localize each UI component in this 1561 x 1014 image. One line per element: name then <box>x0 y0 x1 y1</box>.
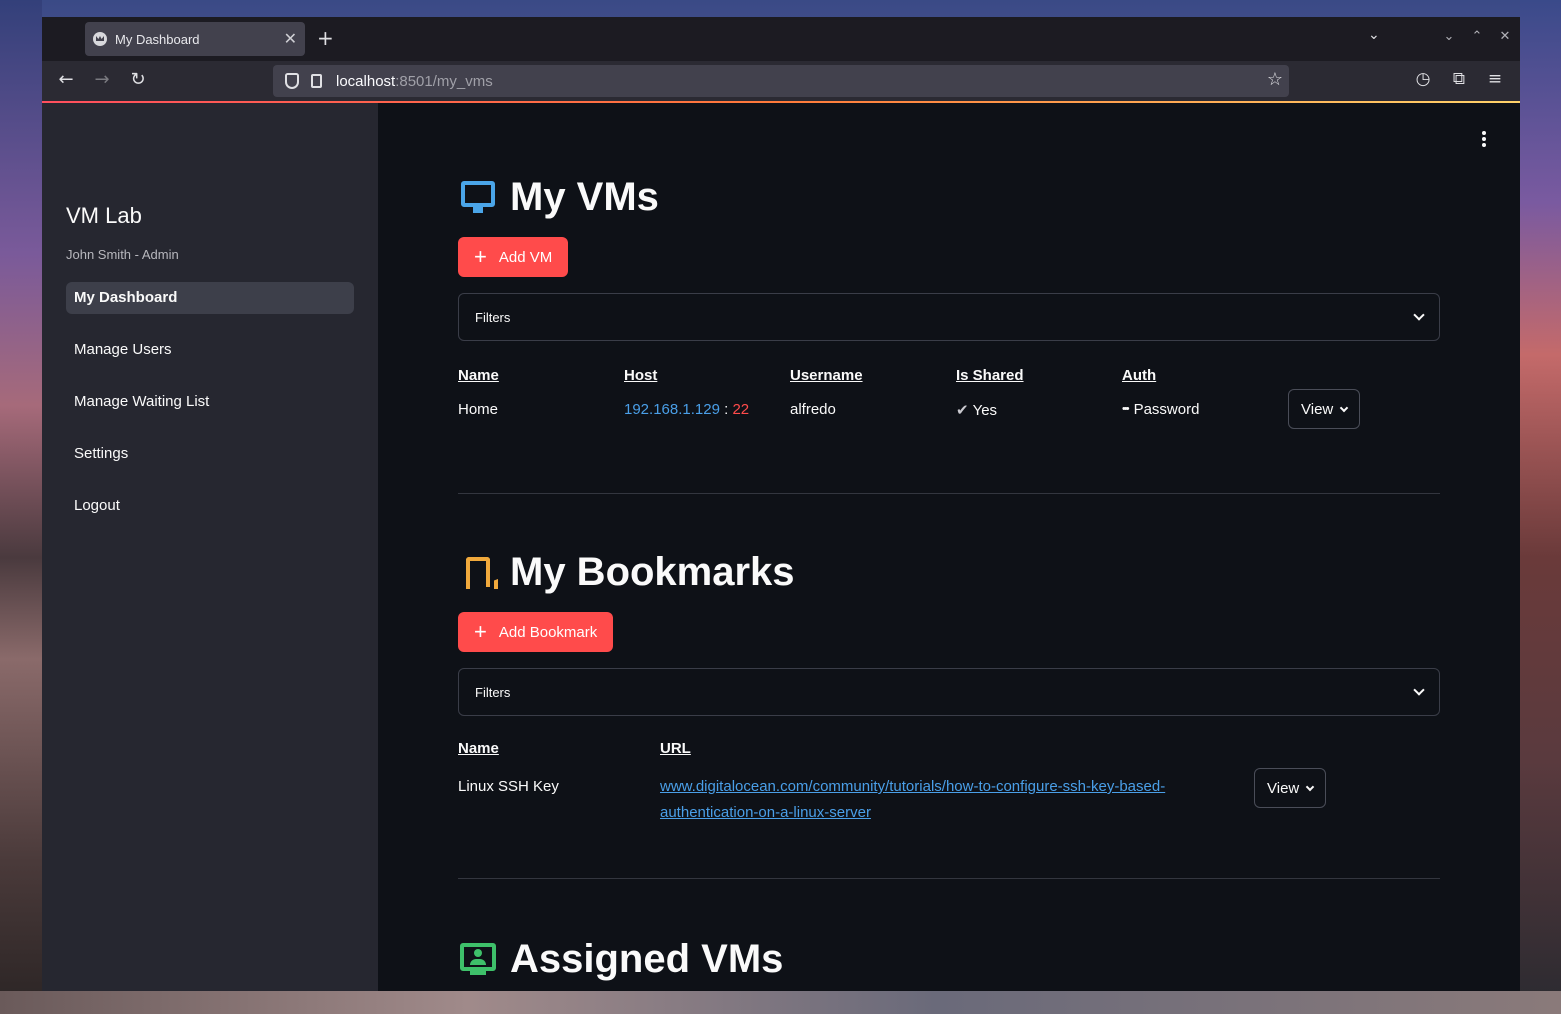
forward-icon[interactable]: → <box>90 69 114 91</box>
bookmark-name: Linux SSH Key <box>458 778 559 795</box>
check-icon: ✔ <box>956 402 969 419</box>
vm-table-header: Name Host Username Is Shared Auth <box>458 361 1440 389</box>
bookmark-view-button[interactable]: View <box>1254 768 1327 808</box>
bookmark-url[interactable]: www.digitalocean.com/community/tutorials… <box>660 774 1254 826</box>
vm-view-button[interactable]: View <box>1288 389 1361 429</box>
url-bar[interactable]: localhost:8501/my_vms ☆ <box>273 65 1289 97</box>
chevron-down-icon <box>1340 403 1349 412</box>
bookmark-url-line-2[interactable]: authentication-on-a-linux-server <box>660 800 1254 826</box>
nav-bar: ← → ↻ localhost:8501/my_vms ☆ ◷ ⧉ ≡ <box>42 61 1520 101</box>
streamlit-favicon-icon <box>93 32 107 46</box>
section-title-my-vms: My VMs <box>458 175 1440 219</box>
password-dots-icon: ••• <box>1122 403 1129 415</box>
vm-filters-expander[interactable]: Filters <box>458 293 1440 341</box>
bookmark-table-header: Name URL <box>458 734 1440 762</box>
monitor-icon <box>458 179 498 215</box>
auth-value: Password <box>1133 401 1200 418</box>
app-body: VM Lab John Smith - Admin My Dashboard M… <box>42 103 1520 991</box>
host-ip: 192.168.1.129 <box>624 401 720 418</box>
sidebar-item-logout[interactable]: Logout <box>66 490 354 522</box>
bookmark-icon <box>458 554 498 590</box>
bookmark-star-icon[interactable]: ☆ <box>1267 69 1283 90</box>
content-column: My VMs + Add VM Filters Name Host Userna… <box>458 175 1440 991</box>
sidebar-item-settings[interactable]: Settings <box>66 438 354 470</box>
browser-window: My Dashboard ✕ + ⌄ ⌄ ⌃ ✕ ← → ↻ localhost… <box>42 17 1520 991</box>
col-host: Host <box>624 366 658 384</box>
bookmarks-title: My Bookmarks <box>510 549 795 594</box>
extensions-icon[interactable]: ⧉ <box>1448 69 1470 89</box>
kebab-menu-icon[interactable] <box>1482 131 1486 149</box>
plus-icon: + <box>474 619 487 644</box>
is-shared-value: Yes <box>972 402 998 419</box>
page-info-icon[interactable] <box>311 74 322 88</box>
minimize-icon[interactable]: ⌄ <box>1442 29 1456 44</box>
view-label: View <box>1267 779 1300 797</box>
main-content: My VMs + Add VM Filters Name Host Userna… <box>378 103 1520 991</box>
section-title-my-bookmarks: My Bookmarks <box>458 550 1440 594</box>
add-bookmark-button[interactable]: + Add Bookmark <box>458 612 614 652</box>
col-url: URL <box>660 739 691 757</box>
col-is-shared: Is Shared <box>956 366 1024 384</box>
col-username: Username <box>790 366 863 384</box>
close-tab-icon[interactable]: ✕ <box>284 31 297 47</box>
bookmark-url-line-1[interactable]: www.digitalocean.com/community/tutorials… <box>660 774 1254 800</box>
tab-bar: My Dashboard ✕ + ⌄ ⌄ ⌃ ✕ <box>42 17 1520 61</box>
reload-icon[interactable]: ↻ <box>126 69 150 91</box>
sidebar-item-manage-users[interactable]: Manage Users <box>66 334 354 366</box>
plus-icon: + <box>474 244 487 269</box>
vm-username: alfredo <box>790 401 836 418</box>
vm-auth: ••• Password <box>1122 401 1288 418</box>
host-port: 22 <box>732 401 750 418</box>
chevron-down-icon <box>1306 782 1315 791</box>
new-tab-icon[interactable]: + <box>317 27 334 49</box>
chevron-down-icon <box>1413 309 1425 321</box>
history-icon[interactable]: ◷ <box>1412 69 1434 89</box>
desktop-wallpaper-right <box>1520 0 1561 1014</box>
desktop-wallpaper-left <box>0 0 42 1014</box>
vm-host: 192.168.1.129 : 22 <box>624 401 790 418</box>
sidebar-item-my-dashboard[interactable]: My Dashboard <box>66 282 354 314</box>
back-icon[interactable]: ← <box>54 69 78 91</box>
chevron-down-icon <box>1413 684 1425 696</box>
vm-is-shared: ✔ Yes <box>956 401 1122 419</box>
assigned-title: Assigned VMs <box>510 936 784 981</box>
filters-label: Filters <box>475 684 511 700</box>
browser-tab[interactable]: My Dashboard ✕ <box>85 22 305 56</box>
window-controls: ⌄ ⌃ ✕ <box>1442 29 1512 44</box>
section-title-assigned-vms: Assigned VMs <box>458 937 1440 981</box>
table-row: Linux SSH Key www.digitalocean.com/commu… <box>458 762 1440 878</box>
sidebar: VM Lab John Smith - Admin My Dashboard M… <box>42 103 378 991</box>
col-name: Name <box>458 739 499 757</box>
tab-title: My Dashboard <box>115 31 200 47</box>
maximize-icon[interactable]: ⌃ <box>1470 29 1484 44</box>
toolbar-right: ◷ ⧉ ≡ <box>1412 69 1506 89</box>
close-window-icon[interactable]: ✕ <box>1498 29 1512 44</box>
host-separator: : <box>724 401 729 418</box>
add-bookmark-label: Add Bookmark <box>498 623 598 641</box>
url-path: :8501/my_vms <box>395 72 493 90</box>
section-divider <box>458 493 1440 494</box>
url-host: localhost <box>336 72 396 90</box>
tracking-shield-icon[interactable] <box>285 73 299 89</box>
section-divider <box>458 878 1440 879</box>
list-tabs-chevron-icon[interactable]: ⌄ <box>1368 27 1380 43</box>
vm-name: Home <box>458 401 499 418</box>
col-name: Name <box>458 366 499 384</box>
menu-icon[interactable]: ≡ <box>1484 69 1506 89</box>
page-title: My VMs <box>510 174 659 219</box>
sidebar-item-manage-waiting-list[interactable]: Manage Waiting List <box>66 386 354 418</box>
assigned-user-icon <box>458 941 498 977</box>
add-vm-button[interactable]: + Add VM <box>458 237 569 277</box>
table-row: Home 192.168.1.129 : 22 alfredo ✔ Yes •••… <box>458 389 1440 493</box>
bookmark-filters-expander[interactable]: Filters <box>458 668 1440 716</box>
desktop-wallpaper-bottom <box>0 991 1561 1014</box>
filters-label: Filters <box>475 309 511 325</box>
app-brand: VM Lab <box>66 203 142 228</box>
user-subtitle: John Smith - Admin <box>66 247 179 262</box>
col-auth: Auth <box>1122 366 1157 384</box>
view-label: View <box>1301 400 1334 418</box>
add-vm-label: Add VM <box>498 248 553 266</box>
